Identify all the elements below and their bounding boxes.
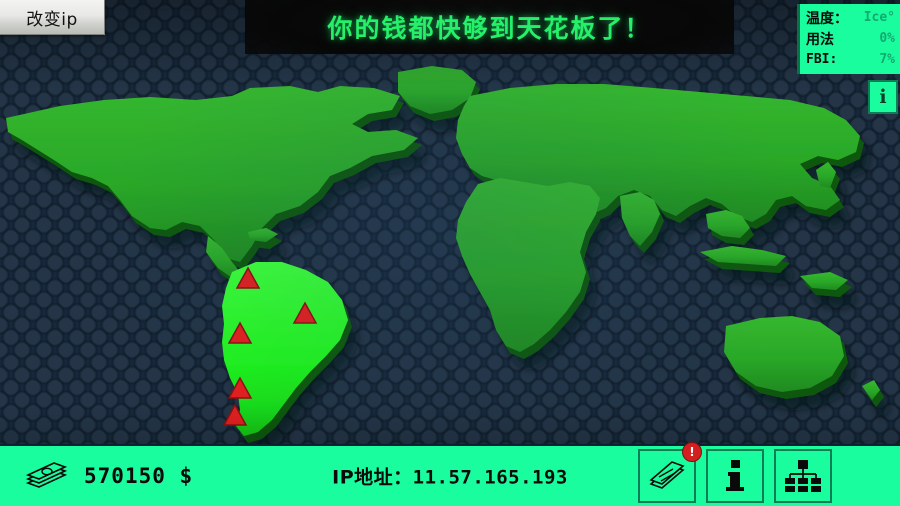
cash-stack-icon — [25, 462, 68, 488]
missions-button[interactable]: ! — [638, 442, 702, 503]
missions-badge: ! — [682, 442, 702, 462]
status-panel: 温度： Ice° 用法 0% FBI: 7% — [797, 4, 900, 74]
announcement-banner: 你的钱都快够到天花板了！ — [245, 0, 734, 54]
bottom-status-bar: 570150 $ IP地址：11.57.165.193 ! — [0, 442, 900, 506]
ip-address-display: IP地址：11.57.165.193 — [332, 463, 568, 490]
ip-address-value: 11.57.165.193 — [412, 466, 568, 489]
status-row-usage: 用法 0% — [806, 28, 900, 49]
fbi-value: 7% — [879, 52, 895, 67]
game-screen: 改变ip 你的钱都快够到天花板了！ 温度： Ice° 用法 0% FBI: 7%… — [0, 0, 900, 506]
usage-label: 用法 — [806, 31, 834, 48]
documents-icon — [649, 461, 685, 489]
fbi-label: FBI: — [806, 52, 838, 67]
money-display: 570150 $ — [24, 461, 193, 491]
network-button[interactable] — [774, 449, 832, 503]
temperature-label: 温度： — [806, 10, 848, 27]
info-button[interactable] — [706, 449, 764, 503]
status-row-fbi: FBI: 7% — [806, 49, 900, 70]
change-ip-label: 改变ip — [26, 9, 78, 30]
announcement-text: 你的钱都快够到天花板了！ — [327, 14, 652, 43]
map-vignette-overlay — [0, 0, 900, 506]
status-row-temperature: 温度： Ice° — [806, 7, 900, 28]
toolbar-buttons: ! — [638, 442, 832, 503]
info-icon: i — [879, 85, 887, 108]
money-value: 570150 $ — [84, 464, 194, 488]
temperature-value: Ice° — [863, 10, 895, 25]
usage-value: 0% — [879, 31, 895, 46]
ip-address-label: IP地址： — [332, 466, 413, 489]
info-icon — [726, 460, 744, 491]
change-ip-button[interactable]: 改变ip — [0, 0, 105, 35]
network-tree-icon — [785, 460, 821, 492]
info-tab-button[interactable]: i — [868, 80, 898, 114]
